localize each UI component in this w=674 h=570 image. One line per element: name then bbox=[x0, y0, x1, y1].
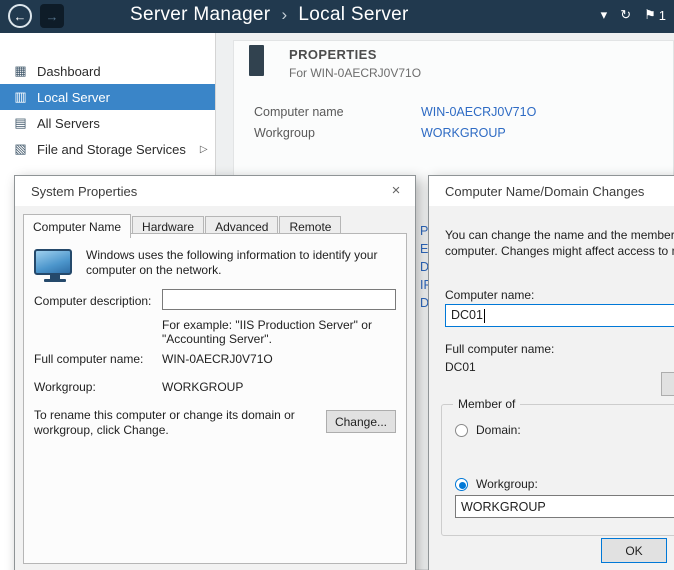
sidebar-item-all-servers[interactable]: ▤ All Servers bbox=[0, 110, 215, 136]
topbar: ← → Server Manager › Local Server ▾ ↻ ⚑ … bbox=[0, 0, 674, 33]
computer-name-link[interactable]: WIN-0AECRJ0V71O bbox=[421, 105, 536, 126]
ok-button[interactable]: OK bbox=[601, 538, 667, 563]
more-button[interactable]: More... bbox=[661, 372, 674, 396]
property-label: Workgroup bbox=[254, 126, 421, 147]
sidebar-item-label: File and Storage Services bbox=[37, 142, 186, 157]
sidebar-item-dashboard[interactable]: ▦ Dashboard bbox=[0, 58, 215, 84]
dialog-titlebar[interactable]: Computer Name/Domain Changes bbox=[429, 176, 674, 206]
tab-computer-name[interactable]: Computer Name bbox=[23, 214, 131, 238]
computer-name-label: Computer name: bbox=[445, 288, 534, 302]
properties-title: PROPERTIES bbox=[289, 47, 377, 62]
breadcrumb-separator-icon: › bbox=[281, 5, 287, 25]
refresh-icon[interactable]: ↻ bbox=[620, 7, 631, 23]
breadcrumb: Server Manager › Local Server bbox=[130, 4, 409, 26]
workgroup-radio-label: Workgroup: bbox=[476, 477, 538, 491]
expand-chevron-icon[interactable]: ▷ bbox=[200, 144, 208, 155]
sidebar-item-label: All Servers bbox=[37, 116, 100, 131]
radio-selected-icon bbox=[455, 478, 468, 491]
workgroup-value: WORKGROUP bbox=[162, 380, 243, 394]
computer-description-label: Computer description: bbox=[34, 294, 151, 308]
properties-subtitle: For WIN-0AECRJ0V71O bbox=[289, 66, 421, 80]
dialog-titlebar[interactable]: System Properties × bbox=[15, 176, 415, 206]
workgroup-input[interactable] bbox=[455, 495, 674, 518]
properties-rows: Computer name WIN-0AECRJ0V71O Workgroup … bbox=[254, 105, 536, 147]
domain-radio-label: Domain: bbox=[476, 423, 521, 437]
forward-arrow-icon: → bbox=[46, 9, 59, 24]
full-computer-name-label: Full computer name: bbox=[34, 352, 143, 366]
workgroup-link[interactable]: WORKGROUP bbox=[421, 126, 506, 147]
flag-icon: ⚑ bbox=[644, 7, 656, 23]
forward-button[interactable]: → bbox=[40, 4, 64, 28]
sidebar-item-label: Local Server bbox=[37, 90, 110, 105]
computer-name-input-value: DC01 bbox=[451, 308, 483, 322]
notification-count: 1 bbox=[659, 8, 666, 23]
dialog-intro-text: computer. Changes might affect access to… bbox=[445, 244, 674, 258]
computer-description-input[interactable] bbox=[162, 289, 396, 310]
dialog-title: Computer Name/Domain Changes bbox=[445, 184, 644, 199]
notifications-button[interactable]: ⚑ 1 bbox=[644, 7, 666, 23]
full-computer-name-label: Full computer name: bbox=[445, 342, 554, 356]
text-caret bbox=[484, 309, 485, 323]
property-row: Workgroup WORKGROUP bbox=[254, 126, 536, 147]
domain-radio[interactable]: Domain: bbox=[455, 423, 521, 437]
back-button[interactable]: ← bbox=[8, 4, 32, 28]
sidebar-item-label: Dashboard bbox=[37, 64, 101, 79]
caret-down-icon[interactable]: ▾ bbox=[601, 7, 608, 23]
dashboard-icon: ▦ bbox=[13, 63, 28, 79]
workgroup-label: Workgroup: bbox=[34, 380, 96, 394]
computer-name-tab-page: Windows uses the following information t… bbox=[23, 233, 407, 564]
close-icon[interactable]: × bbox=[382, 180, 410, 202]
local-server-icon: ▥ bbox=[13, 89, 28, 105]
domain-changes-dialog: Computer Name/Domain Changes You can cha… bbox=[428, 175, 674, 570]
member-of-label: Member of bbox=[453, 397, 520, 411]
property-label: Computer name bbox=[254, 105, 421, 126]
computer-monitor-icon bbox=[34, 249, 76, 282]
full-computer-name-value: DC01 bbox=[445, 360, 476, 374]
change-button[interactable]: Change... bbox=[326, 410, 396, 433]
full-computer-name-value: WIN-0AECRJ0V71O bbox=[162, 352, 273, 366]
all-servers-icon: ▤ bbox=[13, 115, 28, 131]
file-storage-icon: ▧ bbox=[13, 141, 28, 157]
rename-hint-text: To rename this computer or change its do… bbox=[34, 408, 295, 438]
tile-handle-icon bbox=[249, 45, 264, 76]
dialog-title: System Properties bbox=[31, 184, 137, 199]
workgroup-radio[interactable]: Workgroup: bbox=[455, 477, 538, 491]
description-example-text: For example: "IIS Production Server" or … bbox=[162, 318, 372, 346]
breadcrumb-item-local-server[interactable]: Local Server bbox=[298, 4, 408, 26]
breadcrumb-item-server-manager[interactable]: Server Manager bbox=[130, 4, 270, 26]
property-row: Computer name WIN-0AECRJ0V71O bbox=[254, 105, 536, 126]
dialog-intro-text: You can change the name and the membersh… bbox=[445, 228, 674, 242]
sidebar-item-file-storage-services[interactable]: ▧ File and Storage Services ▷ bbox=[0, 136, 215, 162]
computer-name-input[interactable]: DC01 bbox=[445, 304, 674, 327]
back-arrow-icon: ← bbox=[14, 9, 27, 24]
topbar-actions: ▾ ↻ ⚑ 1 bbox=[601, 7, 666, 23]
radio-unselected-icon bbox=[455, 424, 468, 437]
tab-intro-text: Windows uses the following information t… bbox=[86, 248, 388, 278]
system-properties-dialog: System Properties × Computer Name Hardwa… bbox=[14, 175, 416, 570]
sidebar-item-local-server[interactable]: ▥ Local Server bbox=[0, 84, 215, 110]
